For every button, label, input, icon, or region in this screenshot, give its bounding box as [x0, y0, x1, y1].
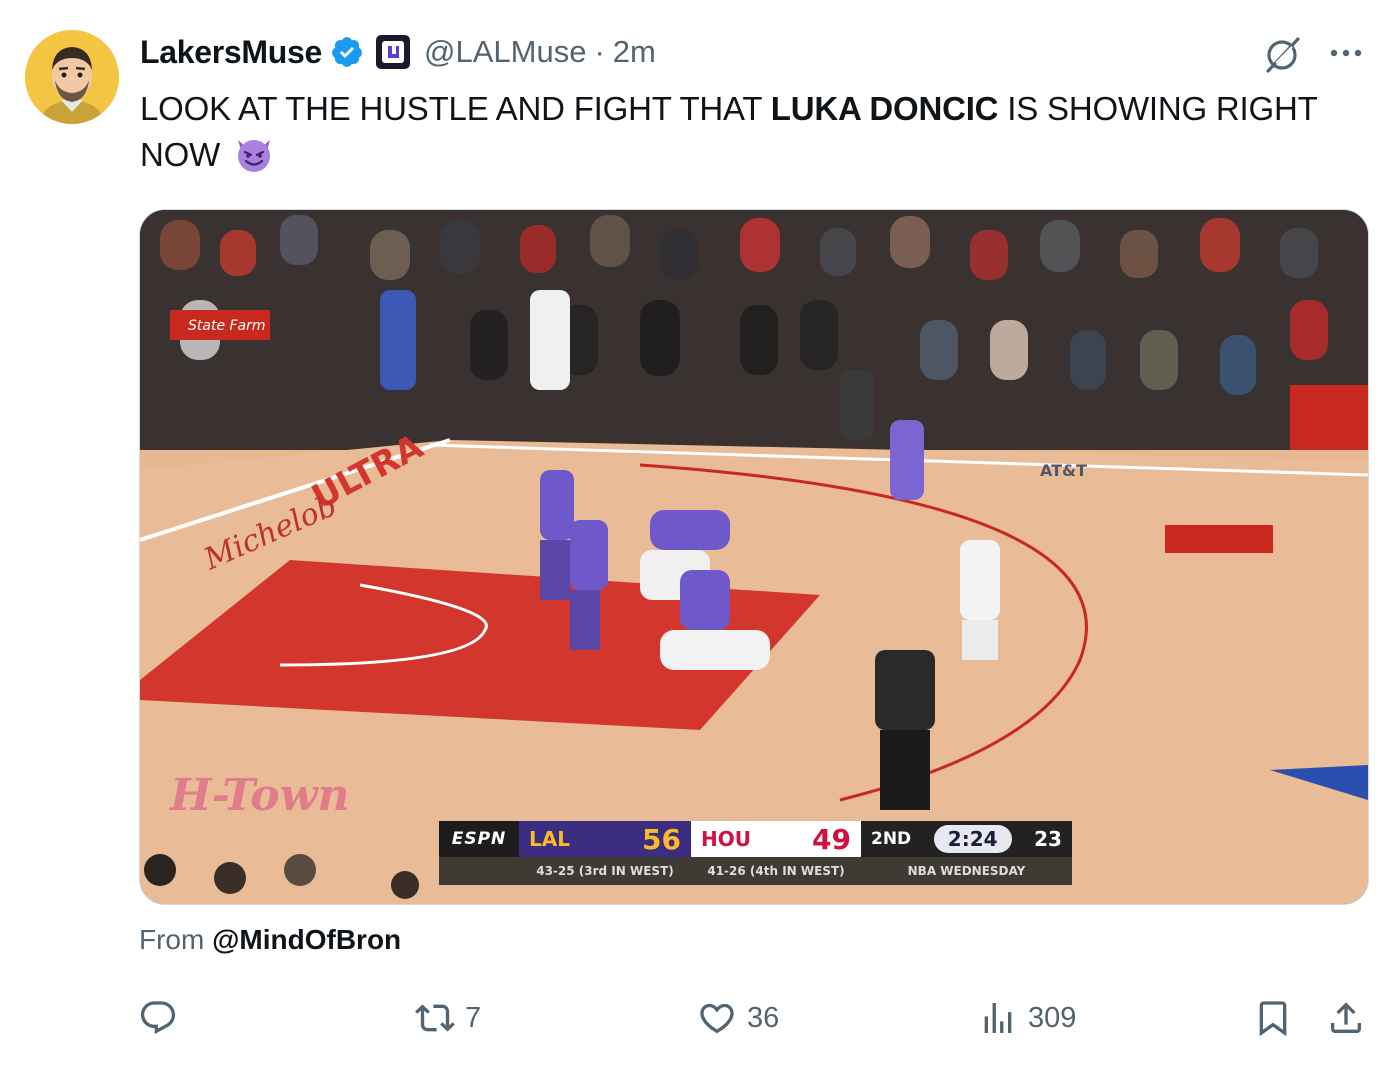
tweet-text-bold: LUKA DONCIC	[770, 90, 999, 127]
retweet-button[interactable]: 7	[415, 990, 481, 1046]
source-prefix: From	[139, 924, 213, 955]
like-button[interactable]: 36	[697, 990, 779, 1046]
verified-badge-icon[interactable]	[330, 35, 364, 69]
share-icon	[1331, 1002, 1361, 1033]
reply-button[interactable]	[138, 990, 188, 1046]
retweet-count: 7	[465, 1001, 482, 1034]
source-handle[interactable]: @MindOfBron	[212, 924, 401, 955]
basketball-game-frame: State Farm ULTRA Michelob H-Town AT&T	[140, 210, 1368, 904]
cartoon-man-avatar-icon	[25, 30, 119, 124]
scorebug-network: ESPN	[439, 821, 519, 857]
tweet-card[interactable]: LakersMuse @LALMuse · 2m LOOK AT THE HUS…	[0, 0, 1396, 1070]
scorebug-shot-clock: 23	[1034, 827, 1062, 851]
views-button[interactable]: 309	[978, 990, 1076, 1046]
bookmark-icon	[1259, 1001, 1287, 1037]
sponsor-att: AT&T	[1040, 461, 1087, 480]
avatar[interactable]	[25, 30, 119, 124]
video-media[interactable]: State Farm ULTRA Michelob H-Town AT&T ES…	[139, 209, 1369, 905]
separator-dot: ·	[594, 34, 605, 69]
retweet-icon	[415, 1004, 455, 1032]
affiliate-badge-icon[interactable]	[376, 35, 410, 69]
smiling-face-with-horns-emoji-icon	[238, 140, 271, 172]
heart-icon	[700, 1003, 734, 1034]
scorebug-team1-score: 56	[642, 822, 681, 856]
views-count: 309	[1028, 1001, 1077, 1034]
sponsor-state-farm: State Farm	[188, 318, 266, 334]
scorebug-quarter: 2ND	[871, 829, 912, 849]
scorebug: ESPN LAL 56 HOU 49 2ND 2:24 23 43-25 (3r…	[439, 821, 1072, 885]
scorebug-team1-record: 43-25 (3rd IN WEST)	[536, 864, 674, 878]
source-attribution: From @MindOfBron	[139, 924, 401, 956]
timestamp[interactable]: 2m	[613, 34, 656, 70]
grok-icon[interactable]	[1262, 33, 1304, 75]
reply-icon	[140, 1001, 176, 1035]
scorebug-team2-score: 49	[812, 822, 851, 856]
floor-logo-htown: H-Town	[168, 770, 349, 821]
scorebug-team1: LAL 56	[519, 821, 691, 857]
tweet-text: LOOK AT THE HUSTLE AND FIGHT THAT LUKA D…	[140, 86, 1340, 178]
scorebug-team2-abbr: HOU	[701, 827, 751, 851]
author-handle[interactable]: @LALMuse	[424, 34, 586, 70]
scorebug-game-clock: 2:24	[933, 825, 1012, 853]
action-bar: 7 36 309	[0, 990, 1396, 1050]
share-button[interactable]	[1326, 990, 1366, 1046]
scorebug-clock-area: 2ND 2:24 23	[861, 821, 1072, 857]
bookmark-button[interactable]	[1253, 990, 1293, 1046]
display-name[interactable]: LakersMuse	[140, 34, 322, 71]
views-chart-icon	[984, 1003, 1012, 1033]
tweet-text-part1: LOOK AT THE HUSTLE AND FIGHT THAT	[140, 90, 771, 127]
scorebug-team2: HOU 49	[691, 821, 861, 857]
scorebug-team1-abbr: LAL	[529, 827, 570, 851]
more-options-icon[interactable]	[1326, 38, 1366, 68]
scorebug-broadcast: NBA WEDNESDAY	[907, 864, 1026, 878]
scorebug-team2-record: 41-26 (4th IN WEST)	[707, 864, 845, 878]
purple-logo-icon	[382, 41, 404, 63]
tweet-header: LakersMuse @LALMuse · 2m	[140, 30, 656, 74]
like-count: 36	[747, 1001, 780, 1034]
